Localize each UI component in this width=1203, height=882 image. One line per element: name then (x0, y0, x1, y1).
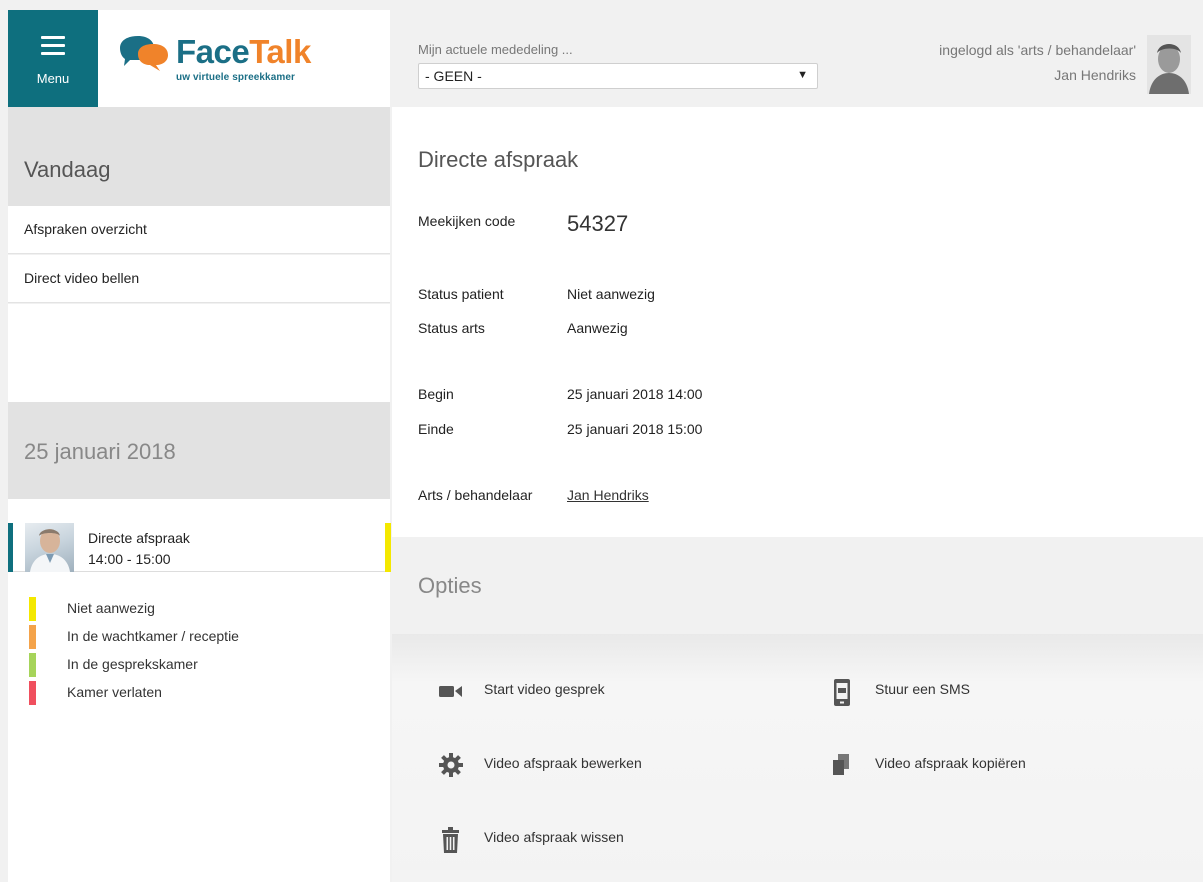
legend-label: Niet aanwezig (67, 600, 155, 616)
option-label: Stuur een SMS (875, 681, 970, 697)
top-bar: Mijn actuele mededeling ... - GEEN - ▼ i… (392, 0, 1203, 107)
today-title: Vandaag (24, 157, 111, 182)
delete-appointment-button[interactable]: Video afspraak wissen (438, 820, 738, 860)
status-patient-value: Niet aanwezig (567, 286, 655, 302)
options-header: Opties (392, 537, 1203, 634)
patient-avatar (25, 523, 74, 572)
legend-swatch (29, 597, 36, 621)
date-header: 25 januari 2018 (8, 402, 390, 499)
send-sms-button[interactable]: Stuur een SMS (829, 672, 1089, 712)
logo-bar: Menu FaceTalk uw virtuele spreekkamer (8, 10, 390, 107)
option-label: Video afspraak bewerken (484, 755, 642, 771)
end-value: 25 januari 2018 15:00 (567, 421, 703, 437)
begin-label: Begin (418, 386, 454, 402)
copy-appointment-button[interactable]: Video afspraak kopiëren (829, 746, 1129, 786)
phone-sms-icon (829, 678, 855, 706)
notice-label: Mijn actuele mededeling ... (418, 42, 573, 57)
appointment-title: Directe afspraak (88, 530, 190, 546)
legend-label: In de wachtkamer / receptie (67, 628, 239, 644)
doctor-label: Arts / behandelaar (418, 487, 533, 503)
notice-select-value: - GEEN - (425, 68, 482, 84)
trash-icon (438, 826, 464, 853)
notice-select[interactable]: - GEEN - ▼ (418, 63, 818, 89)
doctor-link[interactable]: Jan Hendriks (567, 487, 649, 503)
brand-tagline: uw virtuele spreekkamer (176, 72, 296, 83)
status-patient-label: Status patient (418, 286, 504, 302)
sidebar-item-afspraken-overzicht[interactable]: Afspraken overzicht (8, 206, 390, 254)
code-label: Meekijken code (418, 213, 516, 229)
appointment-time: 14:00 - 15:00 (88, 551, 171, 567)
login-role: ingelogd als 'arts / behandelaar' (939, 42, 1136, 58)
selected-indicator (8, 523, 13, 572)
chevron-down-icon: ▼ (797, 69, 808, 81)
legend-swatch (29, 681, 36, 705)
option-label: Start video gesprek (484, 681, 605, 697)
code-value: 54327 (567, 211, 629, 236)
brand-face: Face (176, 33, 250, 70)
appointment-card[interactable]: Directe afspraak 14:00 - 15:00 (8, 523, 391, 572)
hamburger-icon (41, 36, 65, 60)
legend-swatch (29, 653, 36, 677)
sidebar-item-label: Afspraken overzicht (24, 221, 147, 237)
begin-value: 25 januari 2018 14:00 (567, 386, 703, 402)
option-label: Video afspraak kopiëren (875, 755, 1026, 771)
start-video-button[interactable]: Start video gesprek (438, 672, 698, 712)
user-avatar[interactable] (1147, 35, 1191, 94)
menu-label: Menu (36, 71, 70, 86)
login-name: Jan Hendriks (1054, 67, 1136, 83)
video-camera-icon (438, 678, 464, 704)
facetalk-logo: FaceTalk uw virtuele spreekkamer (118, 30, 338, 90)
legend-swatch (29, 625, 36, 649)
end-label: Einde (418, 421, 454, 437)
edit-appointment-button[interactable]: Video afspraak bewerken (438, 746, 738, 786)
status-arts-value: Aanwezig (567, 320, 628, 336)
options-title: Opties (418, 573, 482, 598)
today-header: Vandaag (8, 107, 390, 206)
brand-talk: Talk (249, 33, 311, 70)
legend-label: Kamer verlaten (67, 684, 162, 700)
sidebar-item-direct-video-bellen[interactable]: Direct video bellen (8, 255, 390, 303)
status-color-bar (385, 523, 391, 572)
brand-wordmark: FaceTalk (176, 34, 311, 70)
date-title: 25 januari 2018 (24, 439, 176, 464)
gear-icon (438, 752, 464, 778)
sidebar-spacer (8, 304, 390, 402)
sidebar-item-label: Direct video bellen (24, 270, 140, 286)
appointment-detail: Directe afspraak Meekijken code 54327 St… (392, 107, 1203, 537)
legend-label: In de gesprekskamer (67, 656, 198, 672)
speech-bubbles-icon (118, 34, 170, 74)
status-arts-label: Status arts (418, 320, 485, 336)
option-label: Video afspraak wissen (484, 829, 624, 845)
page-title: Directe afspraak (418, 147, 579, 172)
menu-button[interactable]: Menu (8, 10, 98, 107)
copy-icon (829, 752, 855, 778)
